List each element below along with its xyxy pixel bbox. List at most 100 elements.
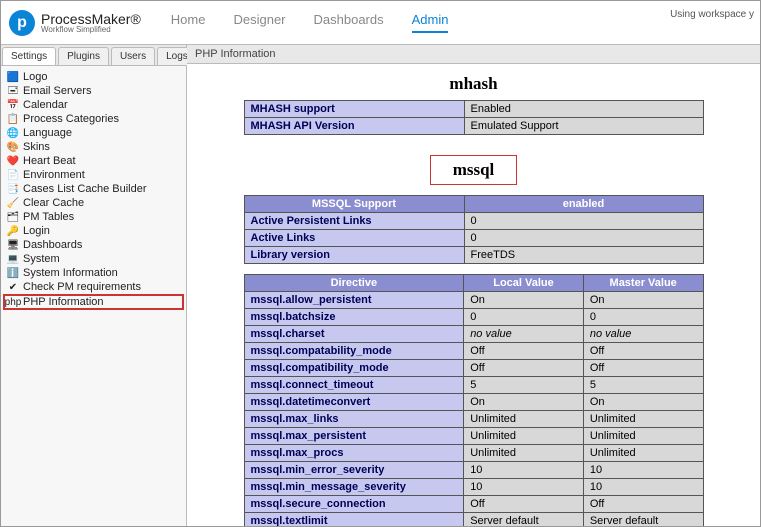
- cell-value: 0: [464, 213, 703, 230]
- top-nav: Home Designer Dashboards Admin: [171, 12, 449, 33]
- topnav-item-dashboards[interactable]: Dashboards: [314, 12, 384, 33]
- tree-item-label: Check PM requirements: [23, 281, 141, 293]
- cell-local: 10: [464, 462, 584, 479]
- tree-item-check-pm-requirements[interactable]: ✔Check PM requirements: [3, 280, 184, 294]
- tree-item-php-information[interactable]: phpPHP Information: [3, 294, 184, 310]
- table-header: enabled: [464, 196, 703, 213]
- brand-name: ProcessMaker®: [41, 12, 141, 26]
- tree-item-cases-list-cache-builder[interactable]: 📑 Cases List Cache Builder: [3, 182, 184, 196]
- cell-local: 5: [464, 377, 584, 394]
- cell-master: On: [583, 292, 703, 309]
- section-table-mhash: MHASH supportEnabledMHASH API VersionEmu…: [244, 100, 704, 135]
- cell-key: mssql.compatability_mode: [244, 343, 464, 360]
- tree-item-label: Cases List Cache Builder: [23, 183, 147, 195]
- cell-local: On: [464, 394, 584, 411]
- topnav-item-admin[interactable]: Admin: [412, 12, 449, 33]
- tree-item-icon: 💻: [7, 253, 19, 265]
- cell-master: 10: [583, 479, 703, 496]
- content-pane: PHP Information mhashMHASH supportEnable…: [187, 45, 760, 526]
- cell-key: mssql.secure_connection: [244, 496, 464, 513]
- table-row: mssql.textlimitServer defaultServer defa…: [244, 513, 703, 527]
- table-header: Master Value: [583, 275, 703, 292]
- tree-item-skins[interactable]: 🎨Skins: [3, 140, 184, 154]
- tree-item-dashboards[interactable]: 🖥Dashboards: [3, 238, 184, 252]
- cell-key: mssql.min_message_severity: [244, 479, 464, 496]
- cell-master: Unlimited: [583, 411, 703, 428]
- cell-key: mssql.connect_timeout: [244, 377, 464, 394]
- cell-local: 10: [464, 479, 584, 496]
- cell-value: 0: [464, 230, 703, 247]
- table-row: mssql.min_error_severity1010: [244, 462, 703, 479]
- topnav-item-designer[interactable]: Designer: [233, 12, 285, 33]
- tree-item-clear-cache[interactable]: 🧹Clear Cache: [3, 196, 184, 210]
- table-header: Directive: [244, 275, 464, 292]
- cell-local: On: [464, 292, 584, 309]
- tree-item-icon: 🖃: [7, 85, 19, 97]
- tree-item-label: Dashboards: [23, 239, 82, 251]
- tree-item-label: Environment: [23, 169, 85, 181]
- table-header: MSSQL Support: [244, 196, 464, 213]
- tree-item-icon: ❤️: [7, 155, 19, 167]
- cell-key: mssql.max_persistent: [244, 428, 464, 445]
- cell-key: Active Persistent Links: [244, 213, 464, 230]
- table-row: Active Persistent Links0: [244, 213, 703, 230]
- table-row: Active Links0: [244, 230, 703, 247]
- tree-item-calendar[interactable]: 📅Calendar: [3, 98, 184, 112]
- cell-master: Unlimited: [583, 445, 703, 462]
- tree-item-process-categories[interactable]: 📋Process Categories: [3, 112, 184, 126]
- table-row: mssql.min_message_severity1010: [244, 479, 703, 496]
- tree-item-label: System Information: [23, 267, 118, 279]
- tree-item-label: Calendar: [23, 99, 68, 111]
- tree-item-pm-tables[interactable]: 🗂PM Tables: [3, 210, 184, 224]
- section-table-mssql: MSSQL SupportenabledActive Persistent Li…: [244, 195, 704, 264]
- table-row: mssql.secure_connectionOffOff: [244, 496, 703, 513]
- cell-local: Off: [464, 360, 584, 377]
- cell-master: 0: [583, 309, 703, 326]
- cell-key: mssql.max_links: [244, 411, 464, 428]
- tree-item-system[interactable]: 💻System: [3, 252, 184, 266]
- table-row: mssql.datetimeconvertOnOn: [244, 394, 703, 411]
- settings-tree: 🟦Logo🖃Email Servers📅Calendar📋Process Cat…: [1, 66, 186, 314]
- tree-item-label: Login: [23, 225, 50, 237]
- cell-key: mssql.max_procs: [244, 445, 464, 462]
- cell-local: no value: [464, 326, 584, 343]
- tree-item-label: PHP Information: [23, 296, 104, 308]
- tree-item-icon: 🧹: [7, 197, 19, 209]
- cell-master: Unlimited: [583, 428, 703, 445]
- table-header: Local Value: [464, 275, 584, 292]
- cell-master: Off: [583, 343, 703, 360]
- brand-logo-icon: p: [9, 10, 35, 36]
- tree-item-label: Language: [23, 127, 72, 139]
- cell-key: mssql.batchsize: [244, 309, 464, 326]
- table-row: mssql.compatability_modeOffOff: [244, 343, 703, 360]
- cell-master: 5: [583, 377, 703, 394]
- tree-item-login[interactable]: 🔑Login: [3, 224, 184, 238]
- cell-local: Server default: [464, 513, 584, 527]
- tree-item-icon: 📋: [7, 113, 19, 125]
- tree-item-language[interactable]: 🌐Language: [3, 126, 184, 140]
- cell-key: mssql.allow_persistent: [244, 292, 464, 309]
- cell-master: 10: [583, 462, 703, 479]
- tree-item-label: Logo: [23, 71, 47, 83]
- sidebar-tab-plugins[interactable]: Plugins: [58, 47, 109, 65]
- topnav-item-home[interactable]: Home: [171, 12, 206, 33]
- section-title-mhash: mhash: [187, 74, 760, 94]
- tree-item-icon: 📑: [7, 183, 19, 195]
- tree-item-environment[interactable]: 📄 Environment: [3, 168, 184, 182]
- sidebar: SettingsPluginsUsersLogs 🟦Logo🖃Email Ser…: [1, 45, 187, 526]
- tree-item-icon: 📄: [7, 169, 19, 181]
- cell-master: Server default: [583, 513, 703, 527]
- brand-subtitle: Workflow Simplified: [41, 26, 141, 34]
- table-row: mssql.max_procsUnlimitedUnlimited: [244, 445, 703, 462]
- tree-item-system-information[interactable]: ℹ️System Information: [3, 266, 184, 280]
- tree-item-heart-beat[interactable]: ❤️Heart Beat: [3, 154, 184, 168]
- cell-master: On: [583, 394, 703, 411]
- sidebar-tab-users[interactable]: Users: [111, 47, 155, 65]
- tree-item-icon: 🎨: [7, 141, 19, 153]
- tree-item-logo[interactable]: 🟦Logo: [3, 70, 184, 84]
- cell-local: Unlimited: [464, 428, 584, 445]
- directives-table-mssql: DirectiveLocal ValueMaster Value mssql.al…: [244, 274, 704, 526]
- table-row: mssql.batchsize00: [244, 309, 703, 326]
- sidebar-tab-settings[interactable]: Settings: [2, 47, 56, 65]
- tree-item-email-servers[interactable]: 🖃Email Servers: [3, 84, 184, 98]
